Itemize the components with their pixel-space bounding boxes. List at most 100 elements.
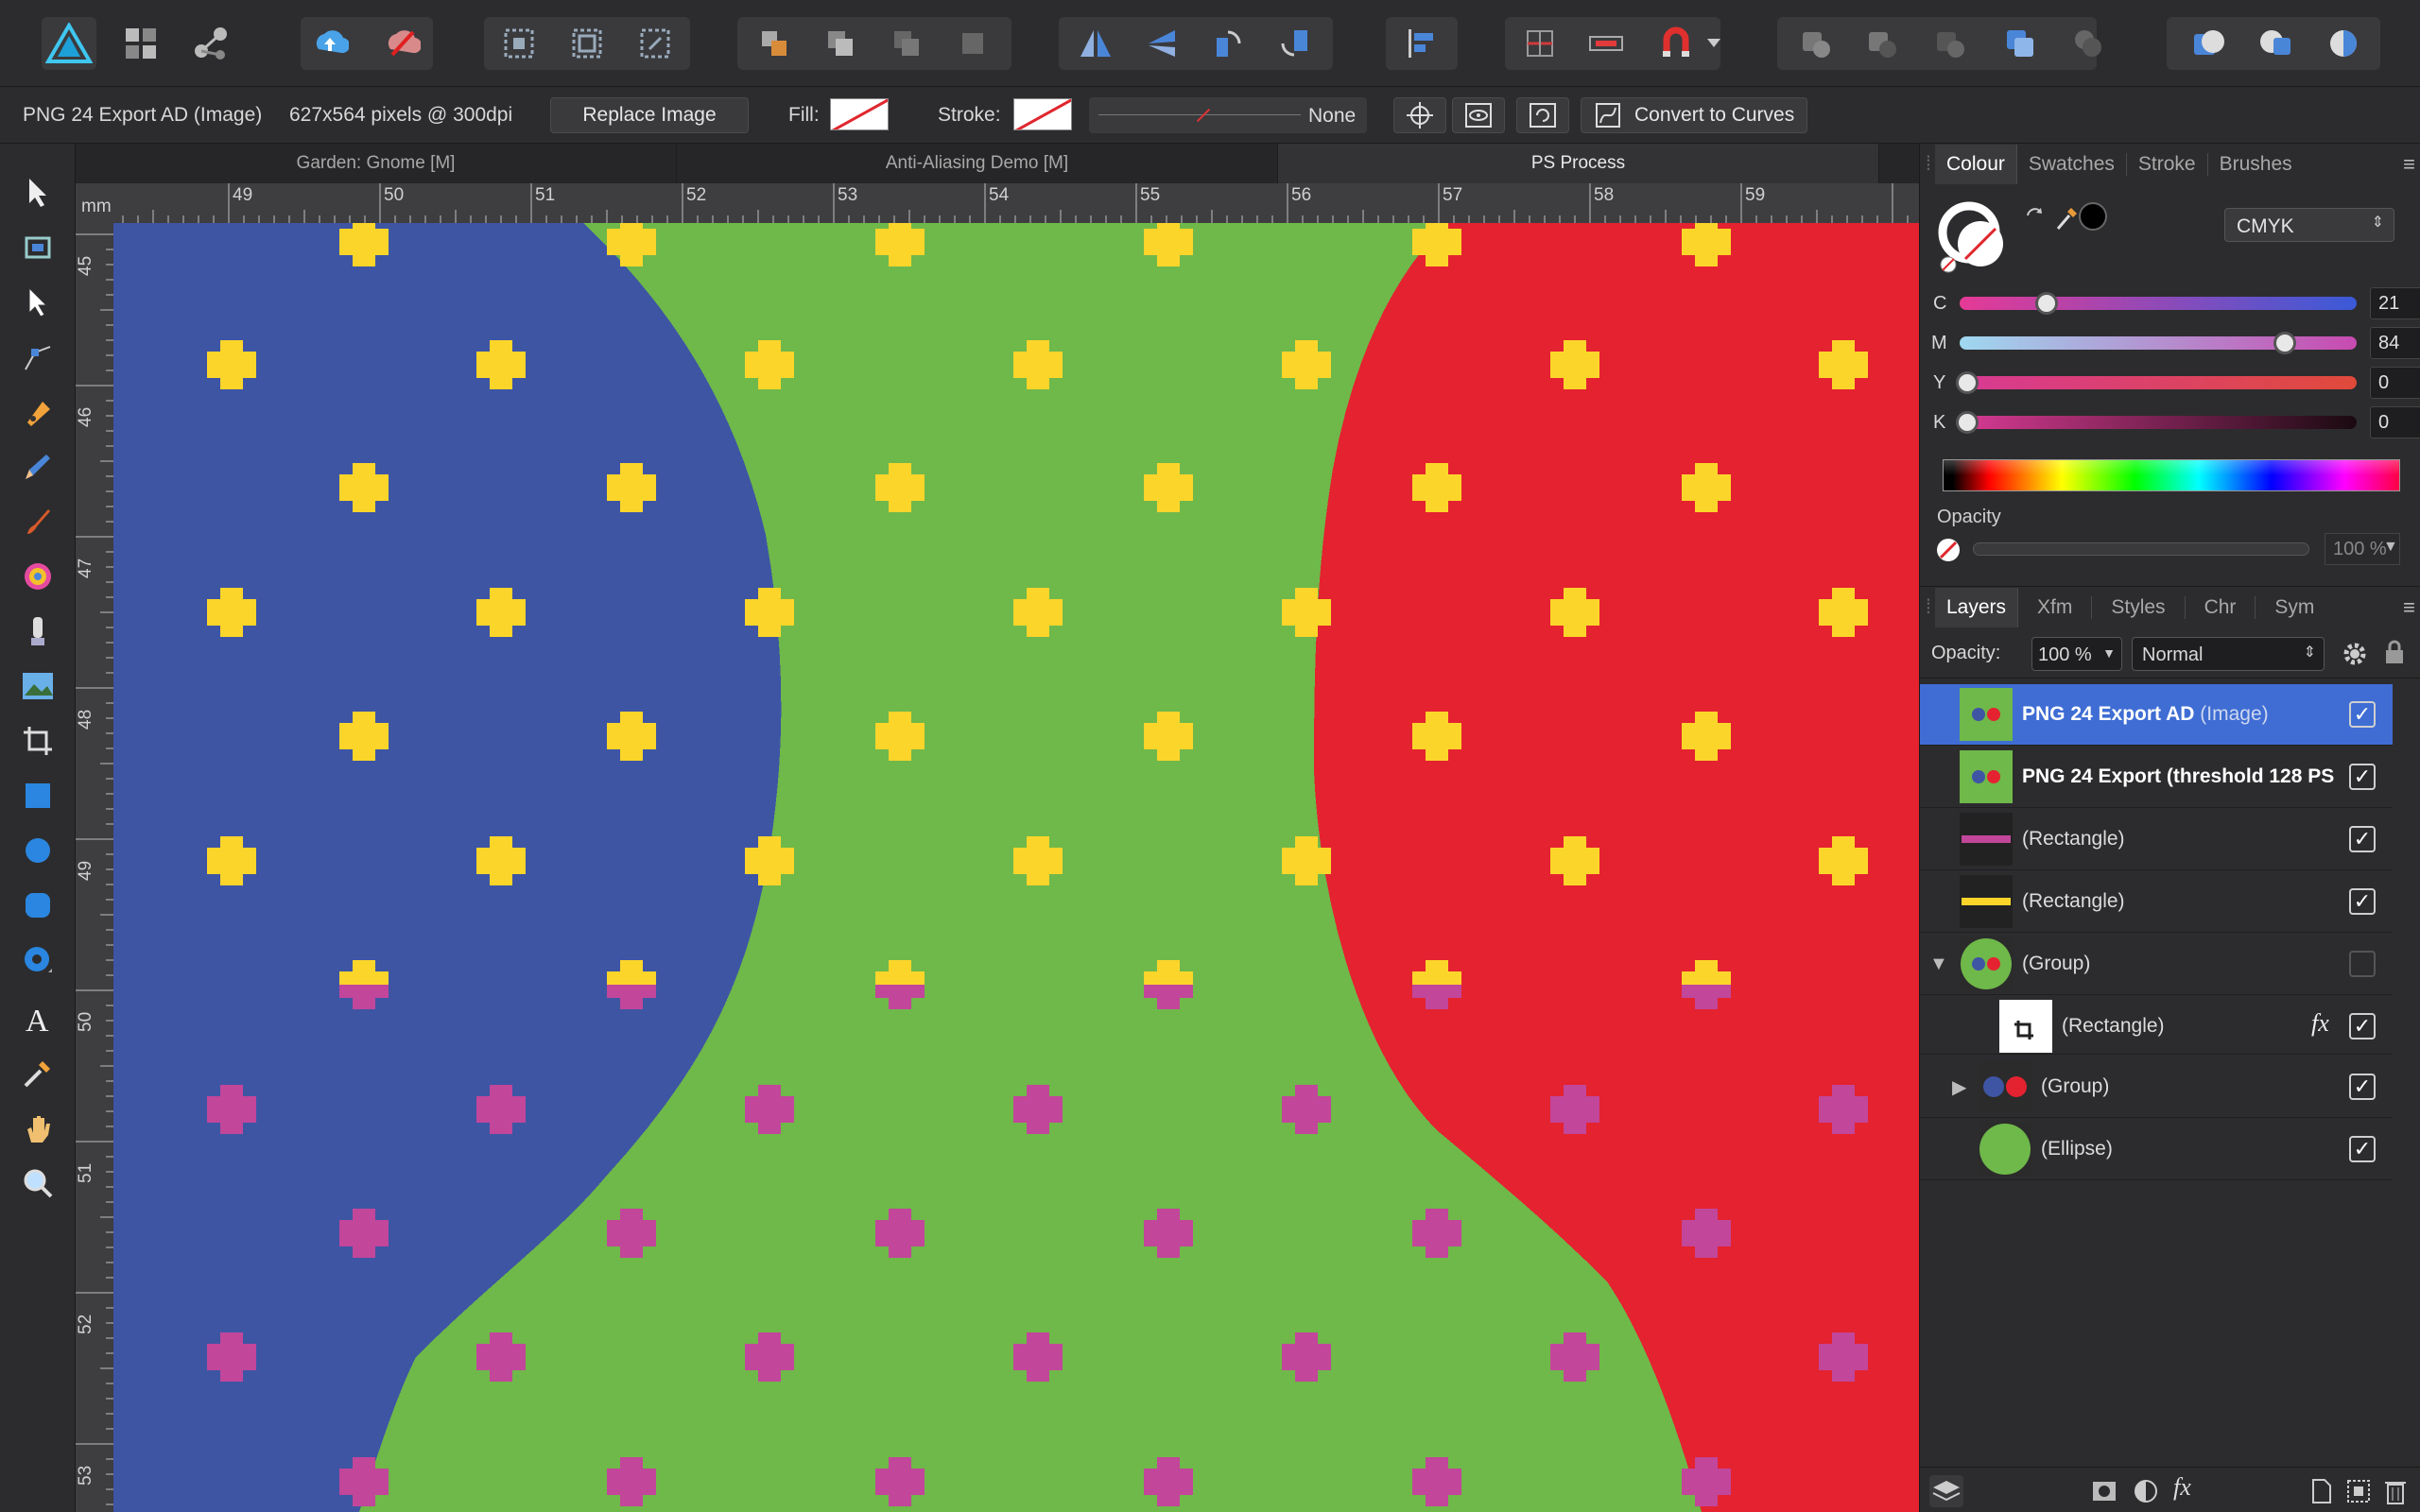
fill-swatch[interactable] bbox=[830, 98, 889, 130]
channel-k-knob[interactable] bbox=[1956, 411, 1979, 434]
app-logo-icon[interactable] bbox=[42, 17, 96, 70]
artboard-tool-icon[interactable] bbox=[17, 227, 59, 268]
snapping-options-icon[interactable] bbox=[1579, 17, 1634, 70]
node-tool-icon[interactable] bbox=[17, 282, 59, 323]
layer-visibility-checkbox[interactable]: ✓ bbox=[2349, 1136, 2376, 1162]
vector-brush-tool-icon[interactable] bbox=[17, 501, 59, 542]
layer-row[interactable]: (Rectangle) ✓ bbox=[1920, 871, 2393, 933]
layer-row[interactable]: ▼ (Group) ✓ bbox=[1920, 934, 2393, 995]
replace-image-button[interactable]: Replace Image bbox=[550, 97, 749, 133]
move-tool-icon[interactable] bbox=[17, 172, 59, 214]
rotate-fit-icon[interactable] bbox=[1516, 97, 1569, 133]
grid-persona-icon[interactable] bbox=[113, 17, 168, 70]
blend-mode-select[interactable]: Normal ⇕ bbox=[2132, 637, 2325, 671]
insert-top-icon[interactable] bbox=[2248, 17, 2303, 70]
hand-tool-icon[interactable] bbox=[17, 1108, 59, 1149]
fill-stroke-well[interactable] bbox=[1937, 200, 2013, 276]
rounded-rectangle-tool-icon[interactable] bbox=[17, 885, 59, 926]
opacity-dropdown-icon[interactable]: ▼ bbox=[2383, 539, 2398, 556]
magnet-snapping-icon[interactable] bbox=[1649, 17, 1703, 70]
transform-origin-icon[interactable] bbox=[1393, 97, 1446, 133]
layer-visibility-checkbox[interactable]: ✓ bbox=[2349, 1074, 2376, 1100]
move-forward-one-icon[interactable] bbox=[879, 17, 934, 70]
insert-behind-icon[interactable] bbox=[2182, 17, 2237, 70]
layer-visibility-checkbox[interactable]: ✓ bbox=[2349, 1013, 2376, 1040]
tab-sym[interactable]: Sym bbox=[2256, 596, 2333, 619]
horizontal-ruler[interactable]: mm 49 50 51 52 53 54 55 56 57 58 59 bbox=[76, 183, 1919, 223]
move-to-back-icon[interactable] bbox=[747, 17, 802, 70]
pen-tool-icon[interactable] bbox=[17, 391, 59, 433]
share-persona-icon[interactable] bbox=[183, 17, 238, 70]
channel-c-slider[interactable] bbox=[1960, 292, 2357, 315]
channel-y-knob[interactable] bbox=[1956, 371, 1979, 394]
tab-colour[interactable]: Colour bbox=[1935, 145, 2017, 184]
layers-stack-icon[interactable] bbox=[1929, 1475, 1963, 1507]
tab-layers[interactable]: Layers bbox=[1935, 587, 2019, 627]
eyedropper-icon[interactable] bbox=[2054, 204, 2079, 238]
picked-color-swatch[interactable] bbox=[2079, 202, 2107, 231]
channel-m-knob[interactable] bbox=[2273, 332, 2296, 354]
mask-layer-icon[interactable] bbox=[2090, 1477, 2118, 1511]
crop-tool-icon[interactable] bbox=[17, 720, 59, 762]
panel-menu-icon[interactable]: ≡ bbox=[2403, 152, 2415, 177]
channel-y-input[interactable]: 0 bbox=[2370, 367, 2420, 399]
flip-horizontal-icon[interactable] bbox=[1068, 17, 1123, 70]
tab-anti-aliasing-demo[interactable]: Anti-Aliasing Demo [M] bbox=[677, 144, 1278, 183]
channel-c-knob[interactable] bbox=[2035, 292, 2058, 315]
layers-menu-icon[interactable]: ≡ bbox=[2403, 595, 2415, 620]
rotate-left-icon[interactable] bbox=[1201, 17, 1255, 70]
vertical-ruler[interactable]: 45 46 47 48 49 50 51 52 53 bbox=[76, 223, 113, 1512]
donut-tool-icon[interactable] bbox=[17, 939, 59, 981]
channel-m-input[interactable]: 84 bbox=[2370, 327, 2420, 359]
adjustment-layer-icon[interactable] bbox=[2132, 1477, 2160, 1511]
text-tool-icon[interactable]: A bbox=[17, 998, 59, 1040]
expand-group-icon[interactable]: ▼ bbox=[1929, 954, 1948, 975]
ellipse-tool-icon[interactable] bbox=[17, 830, 59, 871]
snapping-grid-icon[interactable] bbox=[1512, 17, 1567, 70]
rotate-right-icon[interactable] bbox=[1267, 17, 1322, 70]
subtract-shape-icon[interactable] bbox=[1855, 17, 1910, 70]
tab-swatches[interactable]: Swatches bbox=[2017, 153, 2127, 176]
flip-vertical-icon[interactable] bbox=[1134, 17, 1189, 70]
tab-xfm[interactable]: Xfm bbox=[2018, 595, 2093, 619]
layers-grip-icon[interactable]: ⁞ bbox=[1920, 596, 1935, 619]
layer-opacity-input[interactable]: 100 % ▼ bbox=[2031, 637, 2122, 671]
select-all-icon[interactable] bbox=[492, 17, 546, 70]
snapping-dropdown-icon[interactable] bbox=[1700, 17, 1728, 70]
panel-grip-icon[interactable]: ⁞ bbox=[1920, 153, 1935, 176]
collapse-group-icon[interactable]: ▶ bbox=[1952, 1075, 1966, 1099]
layer-visibility-checkbox[interactable]: ✓ bbox=[2349, 764, 2376, 790]
colour-spectrum[interactable] bbox=[1943, 459, 2400, 491]
rectangle-tool-icon[interactable] bbox=[17, 775, 59, 816]
add-shape-icon[interactable] bbox=[1789, 17, 1843, 70]
layer-lock-icon[interactable] bbox=[2383, 639, 2406, 673]
tab-brushes[interactable]: Brushes bbox=[2208, 153, 2304, 176]
channel-k-input[interactable]: 0 bbox=[2370, 406, 2420, 438]
document-canvas[interactable] bbox=[113, 223, 1919, 1512]
tab-styles[interactable]: Styles bbox=[2092, 595, 2186, 619]
tab-garden-gnome[interactable]: Garden: Gnome [M] bbox=[76, 144, 677, 183]
swap-colors-icon[interactable] bbox=[2024, 204, 2047, 232]
color-picker-tool-icon[interactable] bbox=[17, 1053, 59, 1094]
pencil-tool-icon[interactable] bbox=[17, 446, 59, 488]
upload-icon[interactable] bbox=[302, 17, 357, 70]
layer-visibility-checkbox[interactable]: ✓ bbox=[2349, 701, 2376, 728]
opacity-slider[interactable] bbox=[1973, 542, 2309, 556]
channel-c-input[interactable]: 21 bbox=[2370, 287, 2420, 319]
layer-visibility-checkbox[interactable]: ✓ bbox=[2349, 826, 2376, 852]
select-bounds-icon[interactable] bbox=[560, 17, 614, 70]
corner-tool-icon[interactable] bbox=[17, 336, 59, 378]
delete-layer-icon[interactable] bbox=[2383, 1477, 2408, 1511]
layer-row[interactable]: PNG 24 Export (threshold 128 PS ✓ bbox=[1920, 747, 2393, 808]
divide-shape-icon[interactable] bbox=[2061, 17, 2116, 70]
add-pixel-layer-icon[interactable] bbox=[2345, 1477, 2372, 1511]
transparency-tool-icon[interactable] bbox=[17, 610, 59, 652]
align-left-icon[interactable] bbox=[1393, 17, 1448, 70]
move-to-front-icon[interactable] bbox=[945, 17, 1000, 70]
tab-stroke[interactable]: Stroke bbox=[2127, 153, 2208, 176]
move-back-one-icon[interactable] bbox=[813, 17, 868, 70]
layer-settings-gear-icon[interactable] bbox=[2342, 641, 2368, 673]
layer-visibility-checkbox[interactable]: ✓ bbox=[2349, 951, 2376, 977]
fill-tool-icon[interactable] bbox=[17, 556, 59, 597]
layer-row[interactable]: (Ellipse) ✓ bbox=[1920, 1119, 2393, 1180]
